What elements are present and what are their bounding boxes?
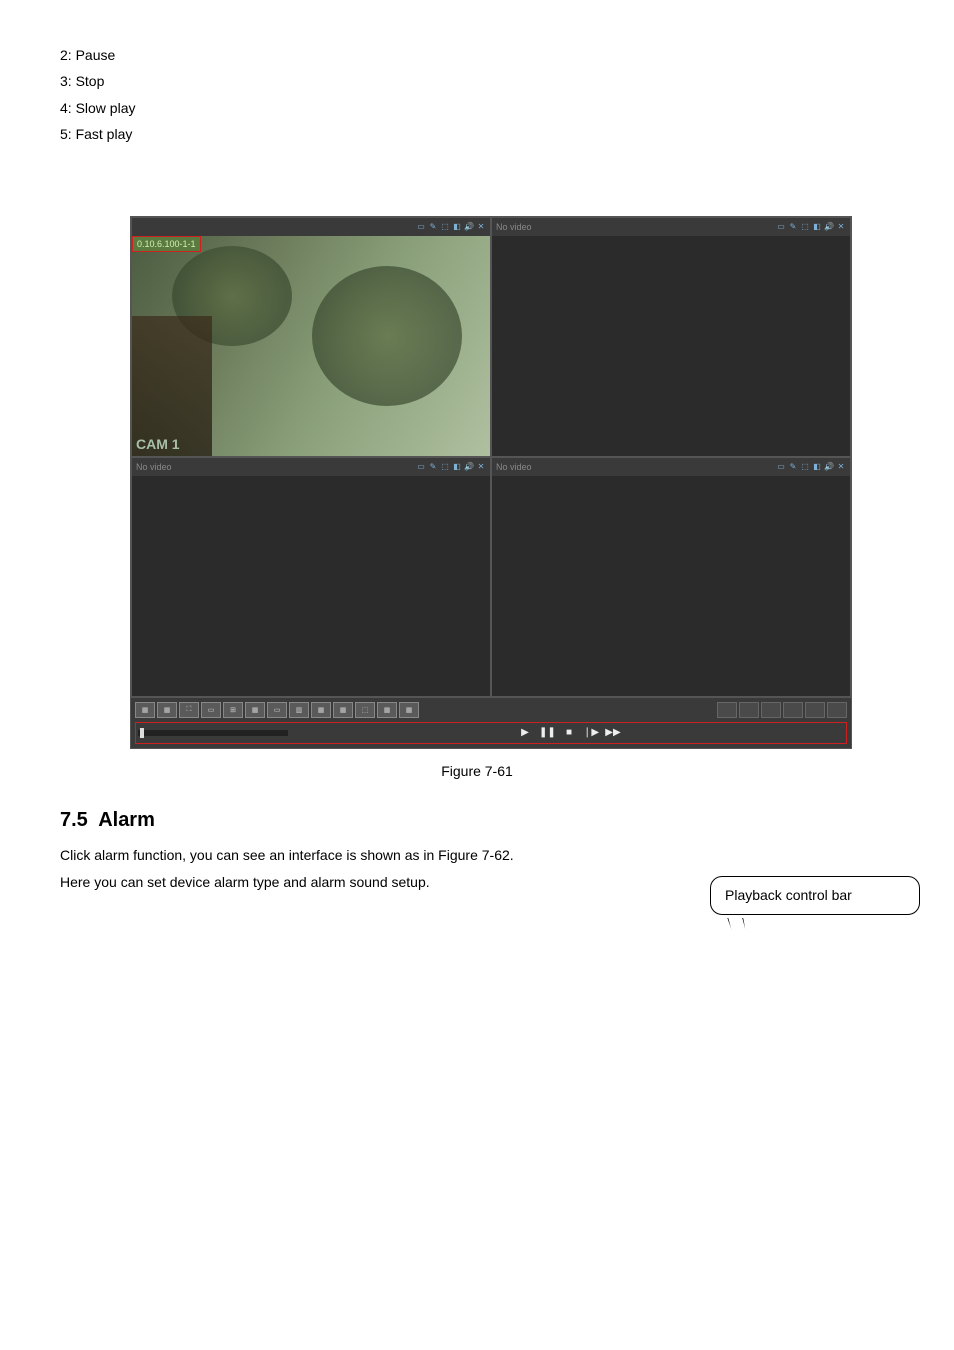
close-icon[interactable]: ✕ [836, 462, 846, 472]
tool-icon[interactable]: ⬚ [800, 462, 810, 472]
layout-icon[interactable]: ▦ [245, 702, 265, 718]
right-layout-icons [717, 702, 847, 718]
section-heading: 7.5 Alarm [60, 809, 894, 832]
pane-toolbar: ▭ ✎ ⬚ ◧ 🔊 ✕ [776, 222, 846, 232]
list-item-pause: 2: Pause [60, 44, 894, 66]
play-button[interactable]: ▶ [517, 725, 533, 741]
tool-icon[interactable]: ◧ [452, 222, 462, 232]
close-icon[interactable]: ✕ [476, 222, 486, 232]
pane-title: No video [496, 462, 776, 472]
slow-play-button[interactable]: ❘▶ [583, 725, 599, 741]
callout-tail [727, 918, 764, 998]
tool-icon[interactable]: ⬚ [440, 222, 450, 232]
fast-play-button[interactable]: ▶▶ [605, 725, 621, 741]
layout-preset-icon[interactable] [827, 702, 847, 718]
layout-preset-icon[interactable] [739, 702, 759, 718]
body-paragraph: Click alarm function, you can see an int… [60, 844, 894, 868]
close-icon[interactable]: ✕ [476, 462, 486, 472]
stop-button[interactable]: ■ [561, 725, 577, 741]
camera-label: CAM 1 [136, 436, 180, 452]
bottom-bar: ▦ ▦ ⛶ ▭ ⊞ ▦ ▭ ▥ ▦ ▦ ⬚ ▦ ▦ [131, 697, 851, 748]
tool-icon[interactable]: ▭ [776, 222, 786, 232]
layout-icon[interactable]: ▥ [289, 702, 309, 718]
tool-icon[interactable]: ▭ [776, 462, 786, 472]
playback-control-bar: ▶ ❚❚ ■ ❘▶ ▶▶ [135, 722, 847, 744]
layout-icon[interactable]: ▦ [135, 702, 155, 718]
tool-icon[interactable]: ◧ [812, 222, 822, 232]
layout-icon[interactable]: ⛶ [179, 702, 199, 718]
tool-icon[interactable]: ⬚ [800, 222, 810, 232]
pane-toolbar: ▭ ✎ ⬚ ◧ 🔊 ✕ [776, 462, 846, 472]
video-image [132, 236, 490, 456]
tool-icon[interactable]: ◧ [812, 462, 822, 472]
layout-icon[interactable]: ▦ [311, 702, 331, 718]
tool-icon[interactable]: ✎ [428, 222, 438, 232]
list-item-fast: 5: Fast play [60, 123, 894, 145]
tool-icon[interactable]: 🔊 [824, 222, 834, 232]
layout-preset-icon[interactable] [761, 702, 781, 718]
tool-icon[interactable]: ✎ [788, 462, 798, 472]
layout-icon[interactable]: ▦ [333, 702, 353, 718]
video-pane-1[interactable]: ▭ ✎ ⬚ ◧ 🔊 ✕ 0.10.6.100-1-1 [131, 217, 491, 457]
layout-icon[interactable]: ▦ [157, 702, 177, 718]
tool-icon[interactable]: ◧ [452, 462, 462, 472]
pane-toolbar: ▭ ✎ ⬚ ◧ 🔊 ✕ [416, 222, 486, 232]
pane-toolbar: ▭ ✎ ⬚ ◧ 🔊 ✕ [416, 462, 486, 472]
figure-caption: Figure 7-61 [60, 763, 894, 779]
tool-icon[interactable]: 🔊 [464, 222, 474, 232]
player-screenshot: ▭ ✎ ⬚ ◧ 🔊 ✕ 0.10.6.100-1-1 [130, 216, 852, 749]
video-pane-3[interactable]: No video ▭ ✎ ⬚ ◧ 🔊 ✕ [131, 457, 491, 697]
tool-icon[interactable]: ⬚ [440, 462, 450, 472]
pane-title: No video [136, 462, 416, 472]
video-pane-2[interactable]: No video ▭ ✎ ⬚ ◧ 🔊 ✕ [491, 217, 851, 457]
layout-preset-icon[interactable] [783, 702, 803, 718]
layout-icon[interactable]: ▦ [399, 702, 419, 718]
progress-knob[interactable] [140, 728, 144, 738]
tool-icon[interactable]: ▭ [416, 222, 426, 232]
layout-icon[interactable]: ⊞ [223, 702, 243, 718]
pause-button[interactable]: ❚❚ [539, 725, 555, 741]
list-item-stop: 3: Stop [60, 70, 894, 92]
section-title: Alarm [98, 809, 155, 831]
video-pane-4[interactable]: No video ▭ ✎ ⬚ ◧ 🔊 ✕ [491, 457, 851, 697]
ip-channel-label: 0.10.6.100-1-1 [132, 236, 201, 252]
tool-icon[interactable]: ✎ [428, 462, 438, 472]
layout-preset-icon[interactable] [805, 702, 825, 718]
tool-icon[interactable]: 🔊 [824, 462, 834, 472]
tool-icon[interactable]: ▭ [416, 462, 426, 472]
close-icon[interactable]: ✕ [836, 222, 846, 232]
tool-icon[interactable]: ✎ [788, 222, 798, 232]
callout-playback-bar: Playback control bar [710, 876, 920, 915]
tool-icon[interactable]: 🔊 [464, 462, 474, 472]
pane-title: No video [496, 222, 776, 232]
layout-icon[interactable]: ▦ [377, 702, 397, 718]
layout-icon[interactable]: ▭ [201, 702, 221, 718]
layout-icon[interactable]: ⬚ [355, 702, 375, 718]
layout-preset-icon[interactable] [717, 702, 737, 718]
list-item-slow: 4: Slow play [60, 97, 894, 119]
layout-icon[interactable]: ▭ [267, 702, 287, 718]
section-number: 7.5 [60, 809, 88, 831]
progress-slider[interactable] [138, 730, 288, 736]
callout-text: Playback control bar [725, 887, 852, 903]
